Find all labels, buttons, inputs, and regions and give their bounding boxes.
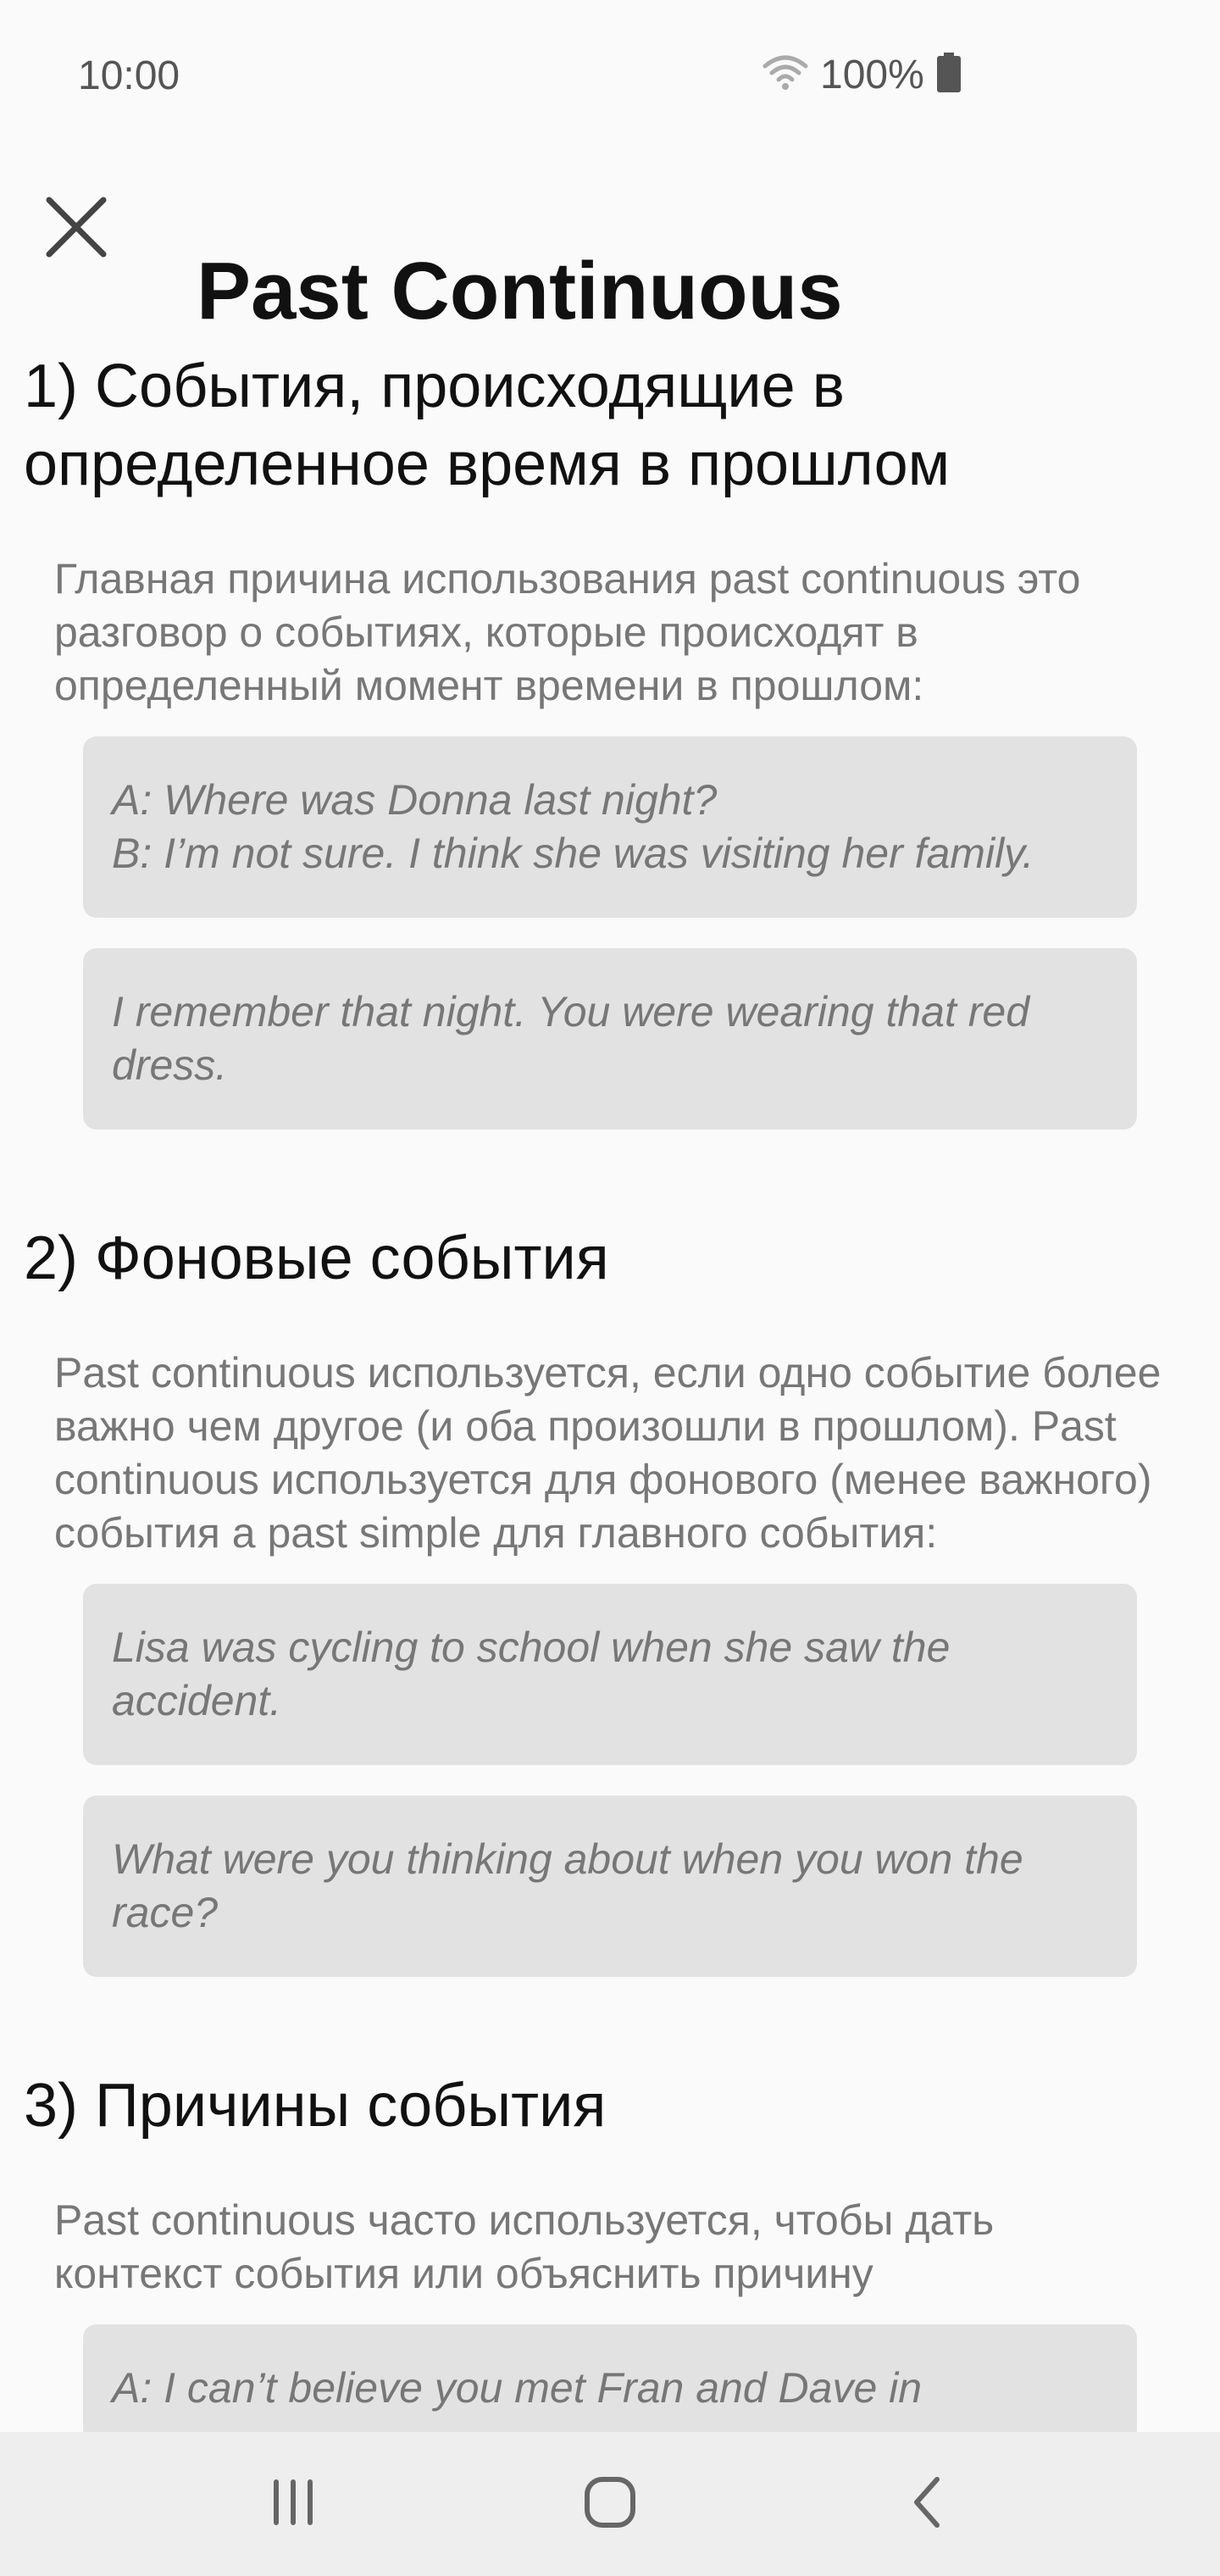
section-description: Past continuous используется, если одно … (54, 1349, 1162, 1557)
example-card: What were you thinking about when you wo… (83, 1796, 1137, 1977)
back-button[interactable] (884, 2462, 969, 2546)
battery-icon (936, 52, 962, 97)
page-title: Past Continuous (197, 246, 843, 337)
example-card: I remember that night. You were wearing … (83, 948, 1137, 1130)
example-line: B: I’m not sure. I think she was visitin… (112, 830, 1034, 877)
example-card: A: Where was Donna last night? B: I’m no… (83, 736, 1137, 918)
status-indicators: 100% (762, 49, 962, 100)
section-description: Главная причина использования past conti… (54, 555, 1081, 709)
example-line: A: I can’t believe you met Fran and Dave… (112, 2364, 923, 2412)
example-line: I remember that night. You were wearing … (112, 988, 1030, 1089)
battery-percent: 100% (820, 52, 924, 97)
home-icon (584, 2476, 636, 2533)
app-bar: Past Continuous (0, 161, 1220, 336)
section-title: 3) Причины события (24, 2072, 607, 2140)
close-icon (44, 195, 108, 264)
status-bar: 10:00 100% (0, 0, 1220, 153)
navigation-bar (0, 2432, 1220, 2576)
recent-apps-button[interactable] (251, 2462, 336, 2546)
wifi-icon (762, 54, 808, 96)
example-card: Lisa was cycling to school when she saw … (83, 1584, 1137, 1765)
close-button[interactable] (34, 186, 119, 271)
status-time: 10:00 (78, 53, 180, 98)
section-3: 3) Причины события Past continuous часто… (0, 2067, 1220, 2432)
section-2: 2) Фоновые события Past continuous испол… (0, 1219, 1220, 1977)
home-button[interactable] (568, 2462, 652, 2546)
section-title: 2) Фоновые события (24, 1224, 609, 1292)
example-line: What were you thinking about when you wo… (112, 1835, 1023, 1936)
lesson-content[interactable]: 1) События, происходящие в определенное … (0, 347, 1220, 2432)
example-line: A: Where was Donna last night? (112, 776, 718, 824)
recent-apps-icon (268, 2479, 319, 2530)
section-description: Past continuous часто используется, чтоб… (54, 2196, 995, 2297)
section-1: 1) События, происходящие в определенное … (0, 347, 1220, 1130)
example-card: A: I can’t believe you met Fran and Dave… (83, 2324, 1137, 2432)
back-icon (910, 2476, 944, 2533)
section-title: 1) События, происходящие в определенное … (24, 353, 951, 498)
example-line: Lisa was cycling to school when she saw … (112, 1624, 951, 1724)
